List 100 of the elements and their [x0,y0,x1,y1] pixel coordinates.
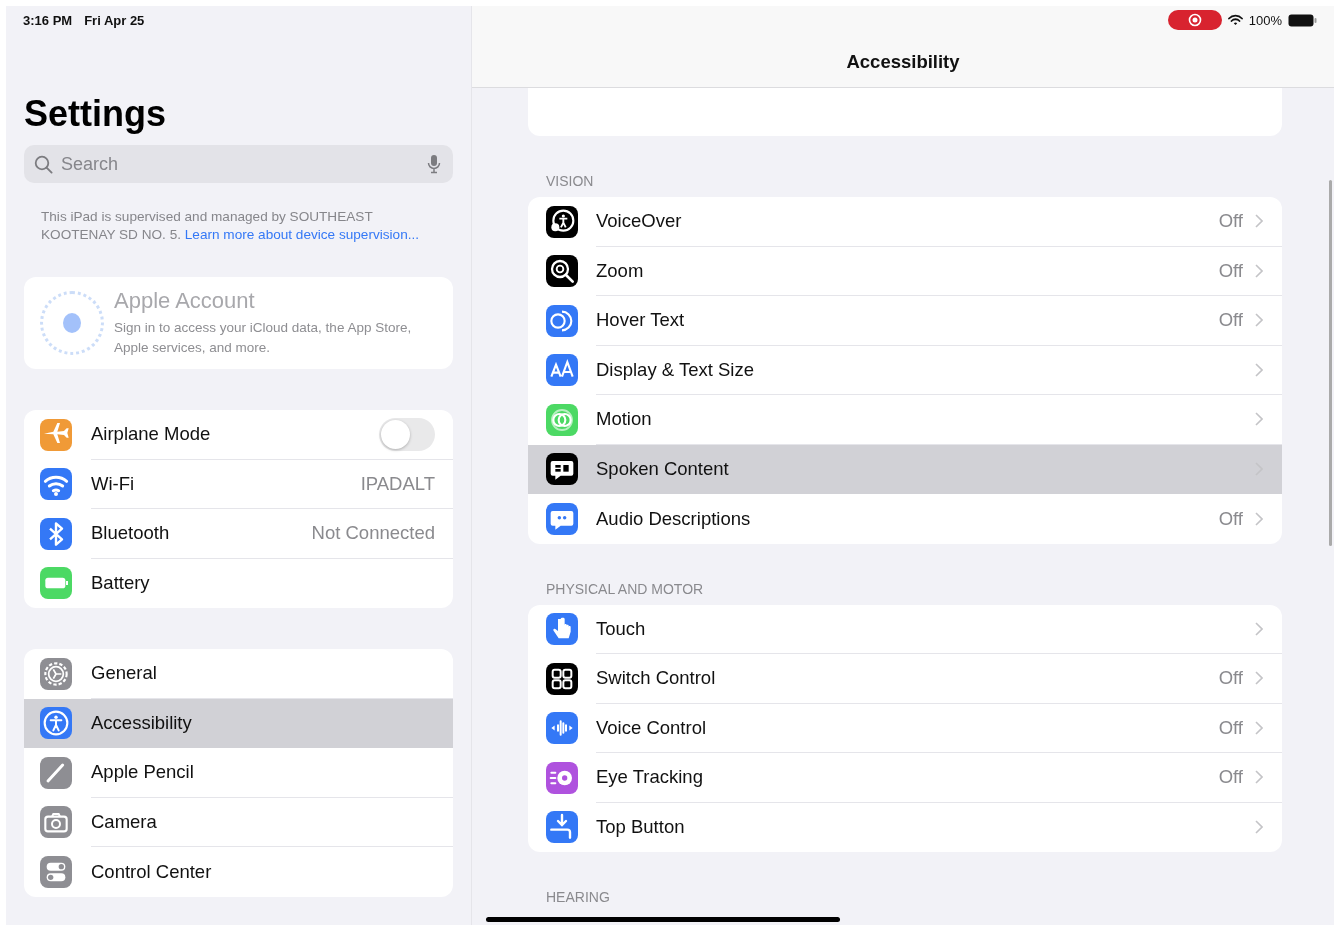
settings-row-label: Switch Control [596,667,717,690]
status-time: 3:16 PM [23,12,73,28]
text-size-icon [546,354,578,387]
chevron-icon [1255,362,1263,377]
account-title: Apple Account [114,288,256,314]
sidebar-item[interactable]: Airplane Mode [24,410,453,460]
section-header: PHYSICAL AND MOTOR [546,580,705,597]
overlapping-circles-icon [546,304,578,337]
chevron-icon [1255,313,1263,328]
sidebar-item-label: Wi-Fi [91,472,136,495]
sidebar-item[interactable]: Apple Pencil [24,748,453,798]
settings-row-label: Top Button [596,816,686,839]
account-avatar-icon [40,291,104,355]
settings-row-label: Voice Control [596,716,708,739]
settings-row-label: VoiceOver [596,210,683,233]
target-icon [546,761,578,794]
supervision-note: This iPad is supervised and managed by SOUTHEAST KOOTENAY SD NO. 5. Learn more about device supervision... [41,208,421,244]
settings-row[interactable]: Top Button [528,802,1282,852]
settings-row[interactable]: Switch Control Off [528,654,1282,704]
chevron-icon [1255,770,1263,785]
settings-row-label: Eye Tracking [596,766,704,789]
airplane-icon [40,418,72,451]
chevron-icon [1255,720,1263,735]
settings-row[interactable]: Voice Control Off [528,703,1282,753]
sidebar-item-label: Airplane Mode [91,423,212,446]
search-field[interactable]: Search [24,145,453,183]
pencil-icon [40,756,72,789]
overlapping-circles-icon [546,403,578,436]
chevron-icon [1255,511,1263,526]
settings-row-label: Touch [596,617,647,640]
toggle-switch[interactable] [379,417,435,451]
toggle-switches-icon [40,855,72,888]
learn-more-link[interactable]: Learn more about device supervision... [184,227,420,242]
settings-row[interactable]: Display & Text Size [528,345,1282,395]
sidebar-item[interactable]: Wi-Fi IPADALT [24,459,453,509]
settings-row-label: Spoken Content [596,458,730,481]
sidebar-item-label: Battery [91,572,151,595]
hand-icon [546,613,578,646]
row-value: Off [1218,667,1243,690]
bluetooth-icon [40,517,72,550]
settings-row[interactable]: Touch [528,604,1282,654]
navigation-title: Accessibility [846,51,960,73]
sidebar-item[interactable]: Camera [24,797,453,847]
settings-row[interactable]: Zoom Off [528,246,1282,296]
accessibility-icon [546,205,578,238]
home-indicator[interactable] [486,917,840,922]
chevron-icon [1255,820,1263,835]
section-header: VISION [546,173,595,189]
grid-icon [546,662,578,695]
section-header: HEARING [546,889,611,905]
wifi-icon [40,468,72,501]
settings-row[interactable]: Eye Tracking Off [528,753,1282,803]
sidebar-item-label: Accessibility [91,712,193,735]
microphone-icon[interactable] [427,154,441,174]
speech-bubble-icon [546,453,578,486]
sidebar-item-label: Bluetooth [91,522,171,545]
settings-row-label: Audio Descriptions [596,507,752,530]
row-value: IPADALT [360,472,435,495]
sidebar-title: Settings [24,92,167,136]
chevron-icon [1255,214,1263,229]
settings-row[interactable]: VoiceOver Off [528,197,1282,247]
arrow-down-icon [546,811,578,844]
chevron-icon [1255,621,1263,636]
chevron-icon [1255,671,1263,686]
chevron-icon [1255,412,1263,427]
status-date: Fri Apr 25 [84,12,145,28]
row-value: Off [1218,259,1243,282]
sidebar-item[interactable]: General [24,649,453,699]
search-icon [34,155,53,174]
row-value: Off [1218,309,1243,332]
magnifier-icon [546,255,578,288]
settings-row[interactable]: Motion [528,395,1282,445]
camera-icon [40,806,72,839]
settings-row[interactable]: Spoken Content [528,444,1282,494]
settings-row[interactable]: Hover Text Off [528,296,1282,346]
settings-row[interactable]: Audio Descriptions Off [528,494,1282,544]
settings-row-label: Display & Text Size [596,358,755,381]
row-value: Off [1218,507,1243,530]
row-value: Not Connected [311,522,435,545]
sidebar-item-label: Camera [91,810,158,833]
settings-row-label: Motion [596,408,653,431]
waveform-icon [546,712,578,745]
settings-row-label: Hover Text [596,309,686,332]
row-value: Off [1218,766,1243,789]
sidebar-item[interactable]: Accessibility [24,698,453,748]
row-value: Off [1218,210,1243,233]
settings-row-label: Zoom [596,259,645,282]
sidebar-item-label: General [91,662,158,685]
wifi-icon [1227,14,1243,26]
sidebar-item[interactable]: Battery [24,558,453,608]
battery-icon [40,567,72,600]
accessibility-icon [40,707,72,740]
row-value: Off [1218,716,1243,739]
sidebar-item[interactable]: Control Center [24,847,453,897]
account-subtitle: Sign in to access your iCloud data, the App Store, Apple services, and more. [114,319,413,357]
gear-icon [40,657,72,690]
speech-bubble-icon [546,502,578,535]
sidebar-item[interactable]: Bluetooth Not Connected [24,509,453,559]
sidebar-item-label: Apple Pencil [91,761,195,784]
battery-percentage: 100% [1248,12,1282,28]
